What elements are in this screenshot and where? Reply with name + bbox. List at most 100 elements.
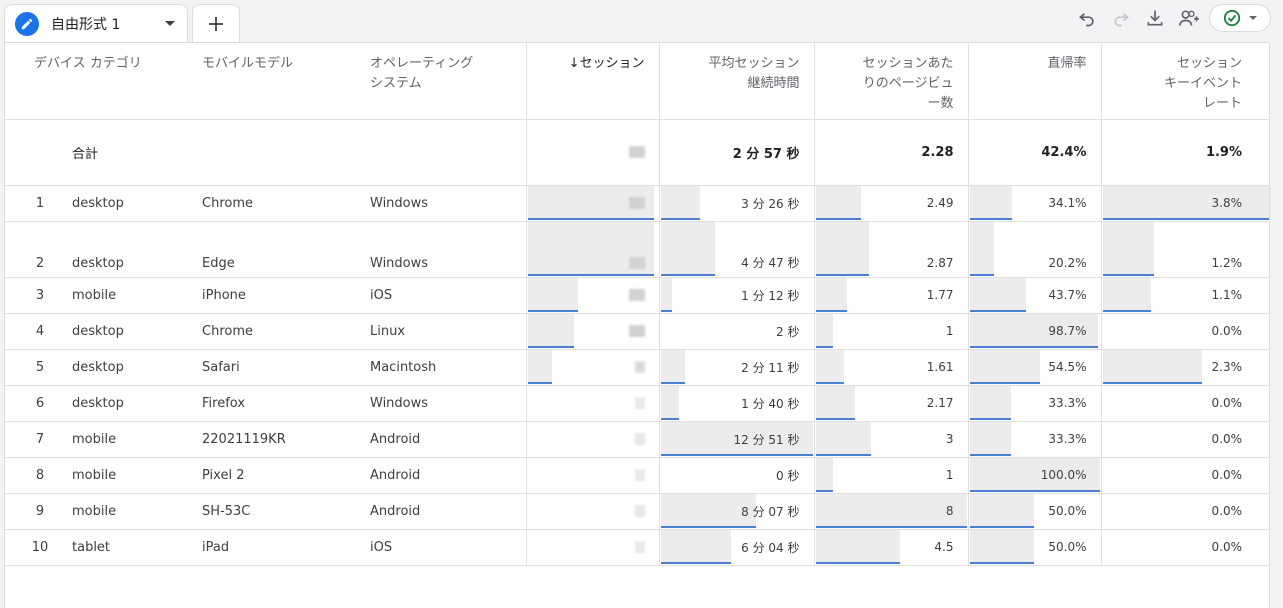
report-tab[interactable]: 自由形式 1	[4, 4, 188, 42]
key-event-rate-cell: 1.2%	[1100, 221, 1270, 278]
totals-sessions	[525, 119, 659, 186]
table-row[interactable]: 10 tablet iPad iOS 6 分 04 秒 4.5 50.0% 0.0%	[4, 529, 1270, 566]
device-category-cell: mobile	[70, 421, 202, 458]
avg-duration-cell: 2 秒	[658, 313, 814, 350]
pages-per-session-cell: 2.49	[813, 185, 968, 222]
share-user-icon[interactable]	[1175, 4, 1203, 32]
mobile-model-cell: SH-53C	[202, 493, 370, 530]
value-bar	[815, 529, 900, 564]
avg-duration-cell: 8 分 07 秒	[658, 493, 814, 530]
table-row[interactable]: 5 desktop Safari Macintosh 2 分 11 秒 1.61 54.5%…	[4, 349, 1270, 386]
bounce-rate-cell: 98.7%	[967, 313, 1101, 350]
header-mobile-model[interactable]: モバイルモデル	[202, 43, 370, 120]
avg-duration-cell: 4 分 47 秒	[658, 221, 814, 278]
value-bar	[969, 529, 1034, 564]
tab-menu-caret-icon[interactable]	[165, 21, 175, 26]
value-bar	[660, 385, 679, 420]
status-dropdown[interactable]	[1209, 4, 1271, 32]
sessions-cell	[525, 349, 659, 386]
table-row[interactable]: 8 mobile Pixel 2 Android 0 秒 1 100.0% 0.0%	[4, 457, 1270, 494]
add-tab-button[interactable]	[192, 4, 240, 42]
value-bar	[660, 529, 731, 564]
redacted-value	[634, 397, 645, 409]
mobile-model-cell: Chrome	[202, 185, 370, 222]
bounce-rate-cell: 33.3%	[967, 385, 1101, 422]
device-category-cell: desktop	[70, 385, 202, 422]
value-bar	[815, 221, 869, 276]
row-index: 9	[4, 493, 70, 530]
operating-system-cell: iOS	[370, 277, 526, 314]
header-device-category[interactable]: デバイス カテゴリ	[4, 43, 202, 120]
header-sessions-sorted[interactable]: ↓セッション	[525, 43, 659, 120]
pages-per-session-cell: 1	[813, 313, 968, 350]
header-operating-system[interactable]: オペレーティング システム	[370, 43, 526, 120]
sessions-cell	[525, 185, 659, 222]
bounce-rate-cell: 50.0%	[967, 493, 1101, 530]
value-bar	[660, 277, 673, 312]
table-row[interactable]: 9 mobile SH-53C Android 8 分 07 秒 8 50.0% 0.0%	[4, 493, 1270, 530]
table-row[interactable]: 6 desktop Firefox Windows 1 分 40 秒 2.17 33.3% 0…	[4, 385, 1270, 422]
value-bar	[660, 349, 685, 384]
row-index: 8	[4, 457, 70, 494]
totals-label: 合計	[70, 119, 202, 186]
value-bar	[969, 221, 994, 276]
totals-pages-per-session: 2.28	[813, 119, 968, 186]
value-bar	[815, 385, 855, 420]
pages-per-session-cell: 1	[813, 457, 968, 494]
key-event-rate-cell: 0.0%	[1100, 421, 1270, 458]
avg-duration-cell: 1 分 40 秒	[658, 385, 814, 422]
table-row[interactable]: 1 desktop Chrome Windows 3 分 26 秒 2.49 34.1% 3.…	[4, 185, 1270, 222]
value-bar	[1102, 185, 1269, 220]
value-bar	[660, 221, 716, 276]
value-bar	[815, 185, 861, 220]
redo-icon[interactable]	[1107, 4, 1135, 32]
key-event-rate-cell: 3.8%	[1100, 185, 1270, 222]
header-avg-session-duration[interactable]: 平均セッション 継続時間	[658, 43, 814, 120]
pages-per-session-cell: 3	[813, 421, 968, 458]
key-event-rate-cell: 2.3%	[1100, 349, 1270, 386]
table-row[interactable]: 7 mobile 22021119KR Android 12 分 51 秒 3 33.3% 0…	[4, 421, 1270, 458]
table-row[interactable]: 2 desktop Edge Windows 4 分 47 秒 2.87 20.2% 1.2%	[4, 221, 1270, 278]
value-bar	[815, 457, 833, 492]
redacted-value	[634, 505, 645, 517]
avg-duration-cell: 1 分 12 秒	[658, 277, 814, 314]
operating-system-cell: Macintosh	[370, 349, 526, 386]
header-pages-per-session[interactable]: セッションあた りのページビュ ー数	[813, 43, 968, 120]
redacted-value	[628, 197, 645, 209]
value-bar	[1102, 221, 1155, 276]
device-category-cell: mobile	[70, 277, 202, 314]
operating-system-cell: Windows	[370, 185, 526, 222]
header-key-event-rate[interactable]: セッション キーイベント レート	[1100, 43, 1270, 120]
sessions-cell	[525, 529, 659, 566]
value-bar	[1102, 349, 1202, 384]
bounce-rate-cell: 50.0%	[967, 529, 1101, 566]
operating-system-cell: Android	[370, 493, 526, 530]
totals-row: 合計 2 分 57 秒 2.28 42.4% 1.9%	[4, 119, 1270, 186]
value-bar	[969, 385, 1012, 420]
avg-duration-cell: 2 分 11 秒	[658, 349, 814, 386]
chevron-down-icon	[1249, 16, 1257, 20]
row-index: 2	[4, 221, 70, 278]
download-icon[interactable]	[1141, 4, 1169, 32]
key-event-rate-cell: 0.0%	[1100, 493, 1270, 530]
mobile-model-cell: Firefox	[202, 385, 370, 422]
pages-per-session-cell: 2.17	[813, 385, 968, 422]
table-row[interactable]: 3 mobile iPhone iOS 1 分 12 秒 1.77 43.7% 1.1%	[4, 277, 1270, 314]
device-category-cell: desktop	[70, 313, 202, 350]
mobile-model-cell: iPad	[202, 529, 370, 566]
sessions-cell	[525, 421, 659, 458]
table-row[interactable]: 4 desktop Chrome Linux 2 秒 1 98.7% 0.0%	[4, 313, 1270, 350]
undo-icon[interactable]	[1073, 4, 1101, 32]
device-category-cell: tablet	[70, 529, 202, 566]
redacted-value	[634, 361, 645, 373]
header-bounce-rate[interactable]: 直帰率	[967, 43, 1101, 120]
redacted-value	[628, 257, 645, 269]
device-category-cell: desktop	[70, 349, 202, 386]
value-bar	[969, 277, 1026, 312]
operating-system-cell: Linux	[370, 313, 526, 350]
row-index: 7	[4, 421, 70, 458]
redacted-value	[634, 469, 645, 481]
mobile-model-cell: Safari	[202, 349, 370, 386]
mobile-model-cell: 22021119KR	[202, 421, 370, 458]
value-bar	[527, 349, 552, 384]
